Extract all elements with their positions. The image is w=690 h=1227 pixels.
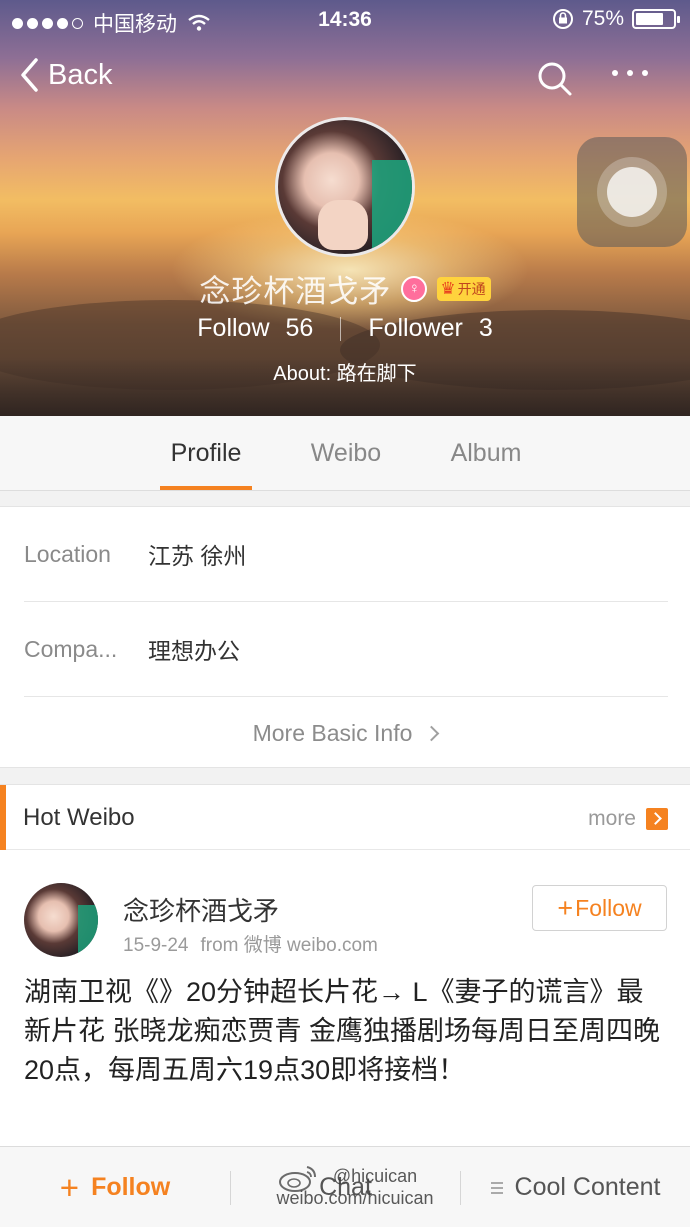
- vip-badge-label: 开通: [457, 280, 486, 297]
- menu-icon: [490, 1181, 503, 1194]
- post-date: 15-9-24: [123, 935, 189, 956]
- bottom-cool-content-button[interactable]: Cool Content: [461, 1147, 690, 1227]
- profile-name-row: 念珍杯酒戈矛 ♀ ♛ 开通: [0, 266, 690, 311]
- bottom-cool-label: Cool Content: [514, 1173, 661, 1201]
- chevron-left-icon: [21, 58, 38, 92]
- tab-weibo[interactable]: Weibo: [300, 416, 392, 491]
- search-icon[interactable]: [536, 60, 574, 98]
- crown-icon: ♛: [440, 279, 456, 298]
- follower-count-link[interactable]: Follower 3: [368, 314, 492, 343]
- counts-divider: [340, 316, 342, 341]
- profile-about: About: 路在脚下: [273, 363, 417, 385]
- more-basic-info-button[interactable]: More Basic Info: [0, 697, 690, 769]
- status-right: 75%: [552, 7, 680, 31]
- assistive-touch-button[interactable]: [577, 137, 687, 247]
- follow-count-link[interactable]: Follow 56: [197, 314, 313, 343]
- post-author-name[interactable]: 念珍杯酒戈矛: [123, 891, 279, 928]
- profile-tabs: Profile Weibo Album: [0, 416, 690, 491]
- plus-icon: +: [59, 1168, 80, 1206]
- info-row-location: Location 江苏 徐州: [24, 507, 668, 602]
- weibo-logo-icon: [279, 1166, 316, 1192]
- post-follow-label: Follow: [575, 894, 642, 921]
- tab-album-label: Album: [450, 439, 522, 467]
- info-value: 理想办公: [148, 638, 240, 664]
- more-basic-info-label: More Basic Info: [252, 719, 413, 746]
- bottom-follow-label: Follow: [91, 1173, 171, 1201]
- tab-album[interactable]: Album: [440, 416, 532, 491]
- post-author-avatar[interactable]: [24, 883, 98, 957]
- hot-weibo-header: Hot Weibo more: [0, 785, 690, 850]
- weibo-watermark: @hicuican weibo.com/hicuican: [255, 1165, 455, 1209]
- info-label: Location: [24, 540, 111, 567]
- follower-count-label: Follower: [368, 314, 463, 342]
- hot-weibo-more-link[interactable]: more: [588, 807, 668, 831]
- hot-weibo-title: Hot Weibo: [23, 804, 135, 831]
- info-label: Compa...: [24, 635, 118, 662]
- female-badge-icon: ♀: [401, 275, 428, 302]
- battery-percent: 75%: [581, 7, 624, 30]
- more-link-label: more: [588, 807, 636, 830]
- post-source: from 微博 weibo.com: [200, 935, 378, 956]
- nav-bar: Back: [0, 52, 690, 108]
- arrow-right-icon: [646, 808, 668, 830]
- follower-count-value: 3: [478, 314, 493, 342]
- back-label: Back: [48, 58, 113, 91]
- section-accent-bar: [0, 785, 6, 850]
- tab-profile-label: Profile: [170, 439, 242, 467]
- follow-count-value: 56: [285, 314, 314, 342]
- follow-count-label: Follow: [197, 314, 270, 342]
- chevron-right-icon: [424, 725, 440, 741]
- back-button[interactable]: Back: [20, 58, 112, 92]
- post-meta: 15-9-24 from 微博 weibo.com: [123, 930, 378, 957]
- vip-badge[interactable]: ♛ 开通: [437, 276, 491, 301]
- profile-counts: Follow 56 Follower 3: [0, 314, 690, 343]
- post-follow-button[interactable]: + Follow: [532, 885, 667, 931]
- info-row-company: Compa... 理想办公: [24, 602, 668, 697]
- plus-icon: +: [557, 892, 574, 923]
- battery-icon: [632, 9, 680, 29]
- post-text: 湖南卫视《》20分钟超长片花→ L《妻子的谎言》最新片花 张晓龙痴恋贾青 金鹰独…: [24, 977, 661, 1085]
- bottom-follow-button[interactable]: + Follow: [0, 1147, 230, 1227]
- rotation-lock-icon: [552, 9, 573, 29]
- info-value: 江苏 徐州: [148, 543, 247, 569]
- more-options-icon[interactable]: [612, 70, 648, 76]
- tab-profile[interactable]: Profile: [160, 416, 252, 491]
- tab-weibo-label: Weibo: [310, 439, 382, 467]
- profile-avatar[interactable]: [275, 117, 415, 257]
- hot-weibo-card: Hot Weibo more 念珍杯酒戈矛 15-9-24 from 微博 wei…: [0, 784, 690, 1146]
- basic-info-card: Location 江苏 徐州 Compa... 理想办公 More Basic …: [0, 506, 690, 768]
- status-bar: 中国移动 14:36 75%: [0, 0, 690, 40]
- profile-name: 念珍杯酒戈矛: [199, 274, 392, 309]
